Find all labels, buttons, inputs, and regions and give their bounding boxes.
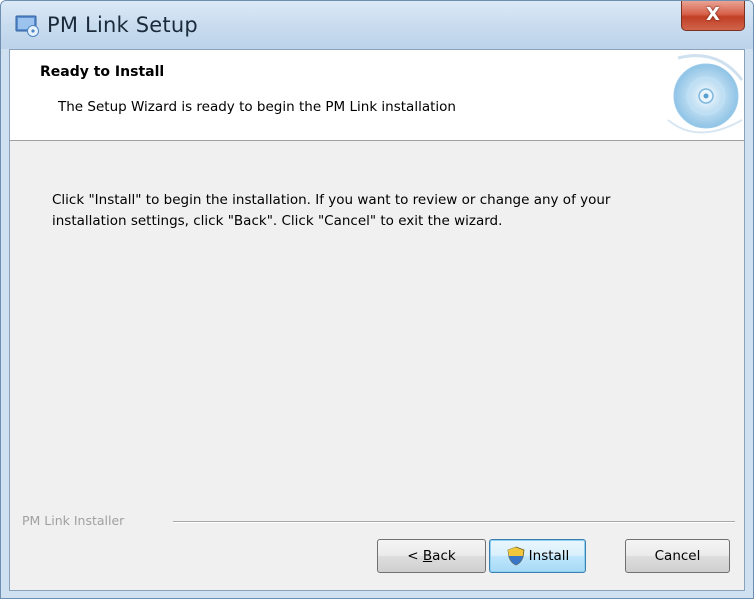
back-label-rest: ack [432,548,456,564]
cancel-button[interactable]: Cancel [625,539,730,573]
install-button[interactable]: Install [489,539,586,573]
page-title: Ready to Install [40,64,165,80]
window-title: PM Link Setup [47,13,198,37]
app-icon [15,15,39,37]
install-label: Install [528,548,570,564]
footer-separator [173,521,735,523]
back-label-mnemonic: B [422,548,433,564]
close-button[interactable]: X [681,1,745,31]
cancel-label: Cancel [654,548,701,564]
page-subtitle: The Setup Wizard is ready to begin the P… [58,99,456,115]
wizard-banner: Ready to Install The Setup Wizard is rea… [10,50,744,141]
uac-shield-icon [507,546,525,566]
installer-label: PM Link Installer [22,513,125,528]
wizard-client-area: Ready to Install The Setup Wizard is rea… [9,49,745,591]
back-label-prefix: < [407,548,423,564]
instructions-text: Click "Install" to begin the installatio… [52,192,611,229]
back-button[interactable]: < Back [377,539,486,573]
setup-window: PM Link Setup X Ready to Install The Set… [0,0,754,599]
setup-disc-graphic-icon [667,54,744,134]
title-bar[interactable]: PM Link Setup X [1,1,753,49]
